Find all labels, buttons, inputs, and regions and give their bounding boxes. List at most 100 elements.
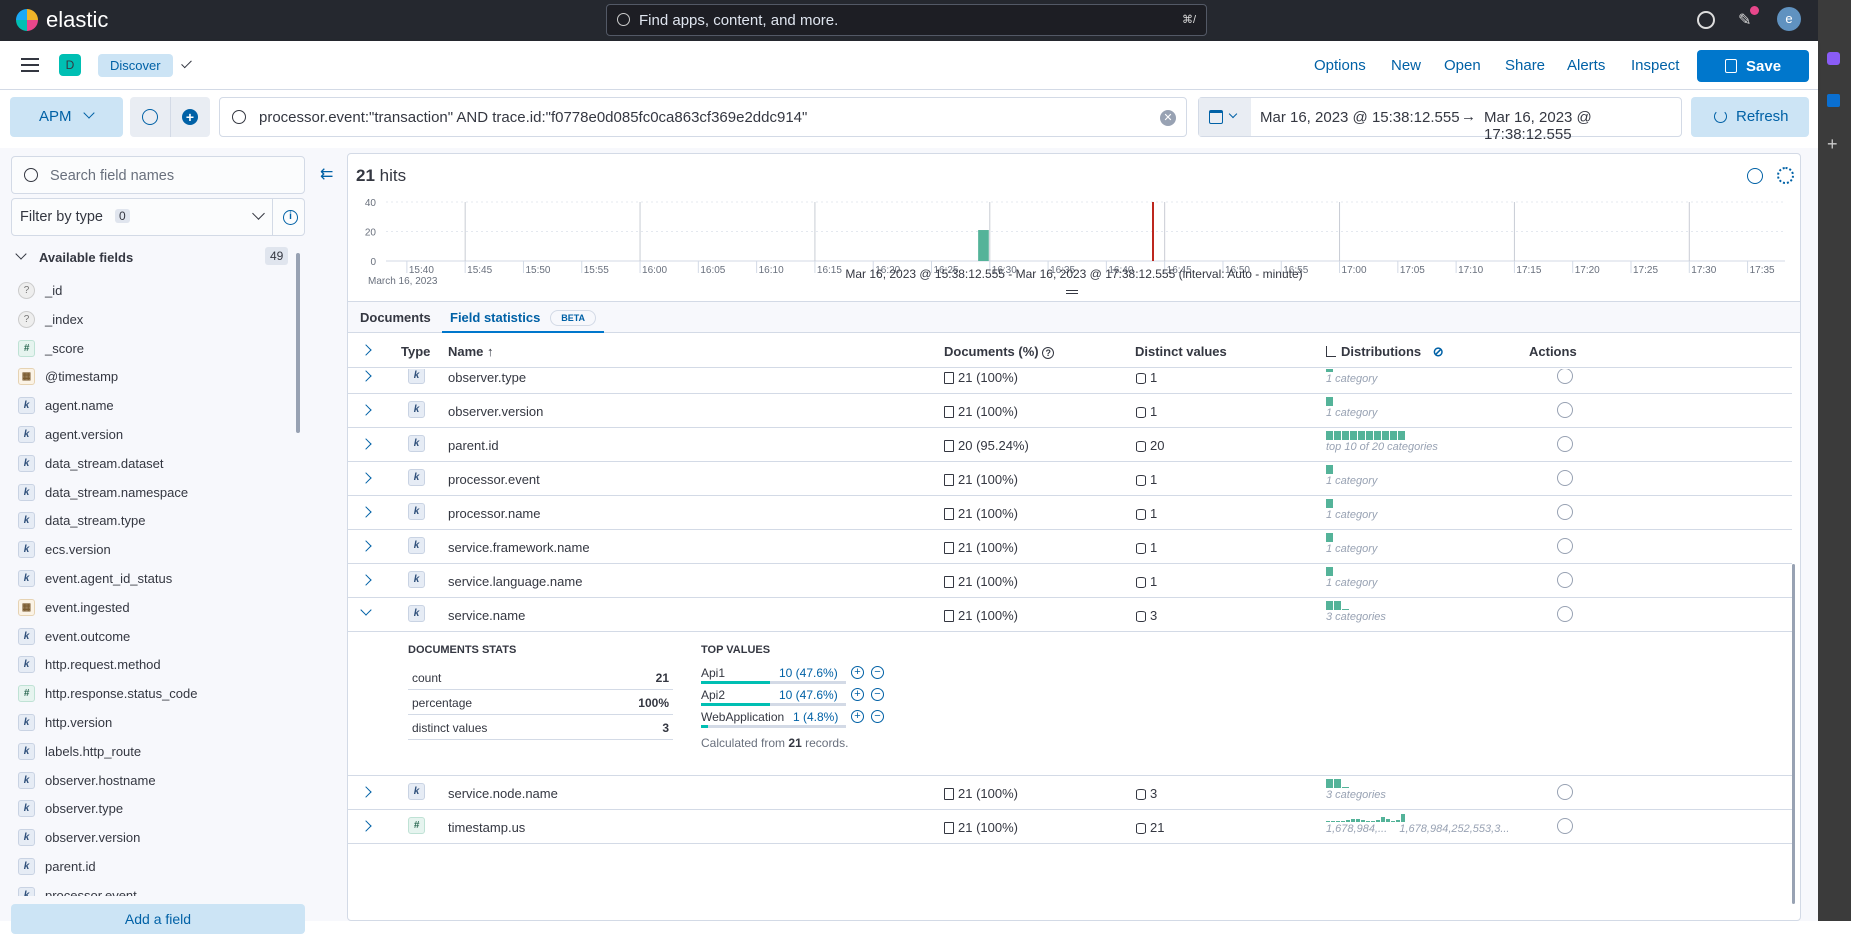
sidebar-field-item[interactable]: k observer.hostname — [18, 766, 156, 795]
table-row[interactable]: k processor.event 21 (100%) 1 1 category — [348, 462, 1792, 496]
filter-out-value-icon[interactable]: − — [871, 710, 884, 723]
save-button[interactable]: Save — [1697, 50, 1809, 82]
lens-action-icon[interactable] — [1557, 538, 1573, 554]
open-link[interactable]: Open — [1444, 57, 1481, 74]
sidebar-field-item[interactable]: k parent.id — [18, 852, 96, 881]
lens-action-icon[interactable] — [1557, 818, 1573, 834]
filter-out-value-icon[interactable]: − — [871, 688, 884, 701]
expand-row-icon[interactable] — [360, 540, 372, 552]
expand-row-icon[interactable] — [360, 438, 372, 450]
sidebar-field-item[interactable]: k data_stream.namespace — [18, 478, 188, 507]
table-row[interactable]: k service.node.name 21 (100%) 3 3 catego… — [348, 776, 1792, 810]
sidebar-field-item[interactable]: k agent.name — [18, 391, 114, 420]
table-scrollbar[interactable] — [1792, 564, 1795, 904]
lens-action-icon[interactable] — [1557, 784, 1573, 800]
filter-for-value-icon[interactable]: + — [851, 710, 864, 723]
breadcrumb-discover[interactable]: Discover — [98, 54, 173, 77]
table-row[interactable]: k processor.name 21 (100%) 1 1 category — [348, 496, 1792, 530]
lens-action-icon[interactable] — [1557, 606, 1573, 622]
lens-action-icon[interactable] — [1557, 436, 1573, 452]
expand-row-icon[interactable] — [360, 820, 372, 832]
inspect-link[interactable]: Inspect — [1631, 57, 1679, 74]
sidebar-field-item[interactable]: k http.request.method — [18, 650, 161, 679]
lens-action-icon[interactable] — [1557, 470, 1573, 486]
query-input[interactable]: processor.event:"transaction" AND trace.… — [219, 97, 1187, 137]
expand-row-icon[interactable] — [360, 370, 372, 382]
outlook-icon[interactable] — [1827, 94, 1840, 107]
sidebar-field-item[interactable]: k data_stream.type — [18, 506, 145, 535]
expand-row-icon[interactable] — [360, 506, 372, 518]
sidebar-scrollbar[interactable] — [296, 253, 300, 433]
user-avatar[interactable]: e — [1777, 7, 1801, 31]
end-date[interactable]: Mar 16, 2023 @ 17:38:12.555 — [1484, 109, 1681, 143]
info-icon[interactable]: i — [283, 210, 298, 225]
filter-out-value-icon[interactable]: − — [871, 666, 884, 679]
expand-row-icon[interactable] — [360, 472, 372, 484]
filter-by-type[interactable]: Filter by type 0 i — [11, 198, 305, 236]
sidebar-field-item[interactable]: k labels.http_route — [18, 737, 141, 766]
filter-for-value-icon[interactable]: + — [851, 666, 864, 679]
histogram-chart[interactable]: 0204015:40 15:45 15:50 15:55 16:00 16:05 16:10… — [348, 194, 1798, 299]
tab-documents[interactable]: Documents — [360, 310, 431, 325]
lens-action-icon[interactable] — [1557, 572, 1573, 588]
sidebar-field-item[interactable]: # http.response.status_code — [18, 679, 198, 708]
space-avatar[interactable]: D — [59, 54, 81, 76]
sidebar-field-item[interactable]: k agent.version — [18, 420, 123, 449]
chart-options-icon[interactable] — [1747, 168, 1763, 184]
table-row[interactable]: k service.name 21 (100%) 3 3 categories — [348, 598, 1792, 632]
sidebar-field-item[interactable]: ? _index — [18, 305, 83, 334]
lens-action-icon[interactable] — [1557, 369, 1573, 384]
sidebar-field-item[interactable]: k observer.version — [18, 823, 140, 852]
elastic-logo-icon[interactable] — [16, 9, 38, 31]
clear-icon[interactable]: ✕ — [1160, 110, 1176, 126]
sidebar-field-item[interactable]: ? _id — [18, 276, 62, 305]
alerts-link[interactable]: Alerts — [1567, 57, 1605, 74]
collapse-sidebar-icon[interactable]: ⇇ — [320, 164, 333, 184]
add-filter-icon[interactable]: + — [182, 109, 198, 125]
add-field-button[interactable]: Add a field — [11, 904, 305, 934]
quick-menu-button[interactable] — [1199, 98, 1251, 136]
gear-icon[interactable] — [1777, 167, 1794, 184]
sidebar-field-item[interactable]: k event.outcome — [18, 622, 130, 651]
menu-icon[interactable] — [21, 58, 39, 72]
expand-all-icon[interactable] — [360, 344, 372, 356]
column-type[interactable]: Type — [401, 344, 430, 359]
dataview-picker[interactable]: APM — [10, 97, 123, 137]
lens-action-icon[interactable] — [1557, 402, 1573, 418]
filter-for-value-icon[interactable]: + — [851, 688, 864, 701]
table-row[interactable]: k parent.id 20 (95.24%) 20 top 10 of 20 … — [348, 428, 1792, 462]
table-row[interactable]: k observer.type 21 (100%) 1 1 category — [348, 369, 1792, 394]
options-link[interactable]: Options — [1314, 57, 1366, 74]
help-icon[interactable] — [1697, 11, 1715, 29]
start-date[interactable]: Mar 16, 2023 @ 15:38:12.555 — [1260, 109, 1460, 126]
sidebar-field-item[interactable]: ▦ @timestamp — [18, 362, 118, 391]
share-link[interactable]: Share — [1505, 57, 1545, 74]
sidebar-field-item[interactable]: k observer.type — [18, 794, 123, 823]
global-search-input[interactable]: Find apps, content, and more. ⌘/ — [606, 4, 1207, 36]
column-distinct[interactable]: Distinct values — [1135, 344, 1227, 359]
sidebar-field-item[interactable]: ▦ event.ingested — [18, 593, 130, 622]
table-row[interactable]: k service.framework.name 21 (100%) 1 1 c… — [348, 530, 1792, 564]
column-distributions[interactable]: Distributions ⊘ — [1326, 344, 1444, 360]
sidebar-field-item[interactable]: k ecs.version — [18, 535, 111, 564]
resize-handle[interactable] — [1066, 290, 1078, 294]
expand-row-icon[interactable] — [360, 574, 372, 586]
available-fields-header[interactable]: Available fields 49 — [11, 247, 291, 269]
collapse-row-icon[interactable] — [360, 604, 372, 616]
table-row[interactable]: k service.language.name 21 (100%) 1 1 ca… — [348, 564, 1792, 598]
tab-field-statistics[interactable]: Field statistics BETA — [442, 302, 605, 333]
sidebar-field-item[interactable]: k event.agent_id_status — [18, 564, 172, 593]
table-row[interactable]: # timestamp.us 21 (100%) 21 1,678,984,..… — [348, 810, 1792, 844]
add-icon[interactable]: + — [1827, 134, 1838, 155]
copilot-icon[interactable] — [1827, 52, 1840, 65]
eye-closed-icon[interactable]: ⊘ — [1433, 344, 1444, 359]
filter-menu-icon[interactable] — [142, 109, 158, 125]
expand-row-icon[interactable] — [360, 786, 372, 798]
news-icon[interactable]: ✎ — [1738, 10, 1751, 30]
field-search-input[interactable]: Search field names — [11, 156, 305, 194]
sidebar-field-item[interactable]: k http.version — [18, 708, 112, 737]
lens-action-icon[interactable] — [1557, 504, 1573, 520]
table-row[interactable]: k observer.version 21 (100%) 1 1 categor… — [348, 394, 1792, 428]
sidebar-field-item[interactable]: k data_stream.dataset — [18, 449, 164, 478]
column-name[interactable]: Name ↑ — [448, 344, 494, 359]
